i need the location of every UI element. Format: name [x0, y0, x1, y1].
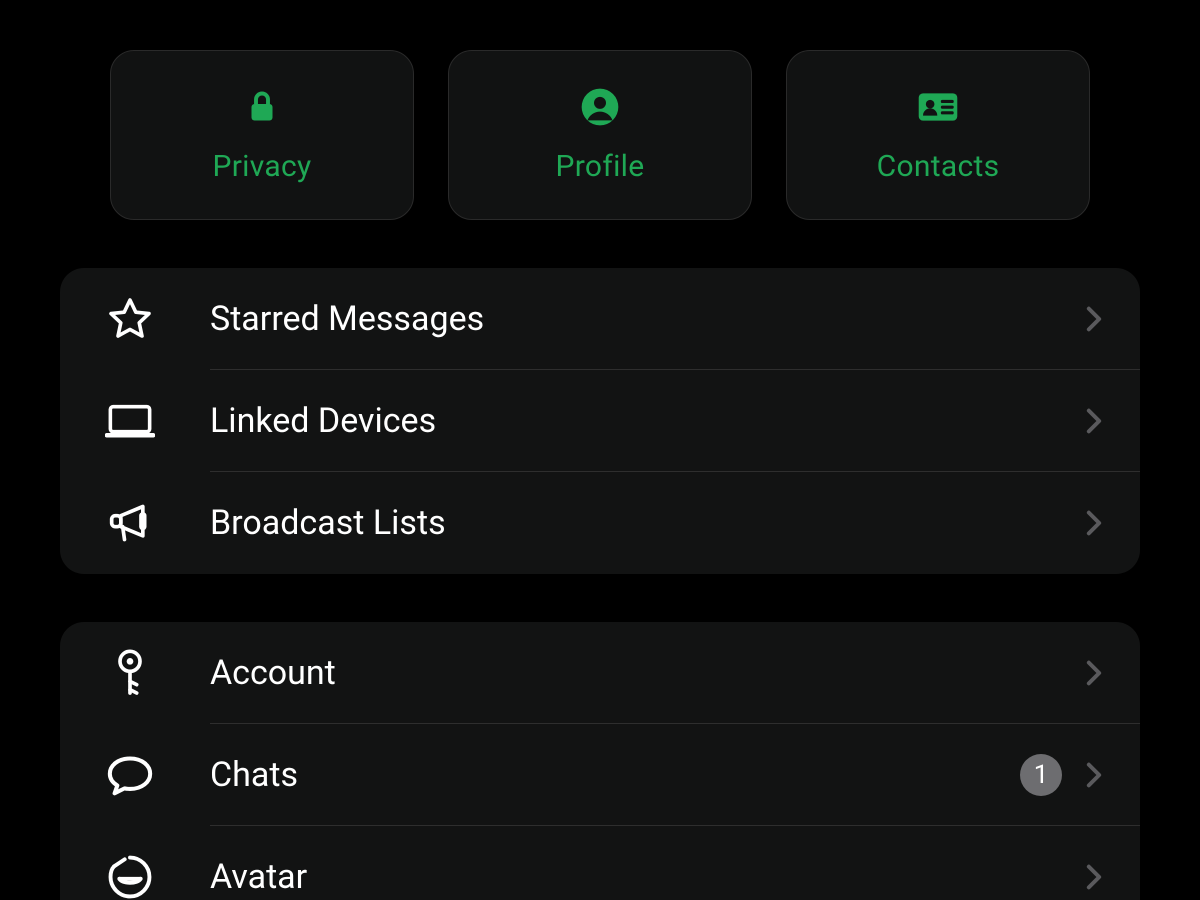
top-card-label: Profile [556, 149, 645, 184]
top-card-contacts[interactable]: Contacts [786, 50, 1090, 220]
row-account[interactable]: Account [104, 622, 1140, 724]
settings-group-1: Starred Messages Linked Devices [60, 268, 1140, 574]
row-label: Starred Messages [210, 299, 484, 339]
lock-icon [242, 87, 282, 127]
row-label: Linked Devices [210, 401, 436, 441]
chevron-right-icon [1084, 407, 1104, 435]
star-icon [104, 293, 156, 345]
badge-count: 1 [1020, 754, 1062, 796]
top-card-profile[interactable]: Profile [448, 50, 752, 220]
row-linked-devices[interactable]: Linked Devices [104, 370, 1140, 472]
key-icon [104, 647, 156, 699]
row-chats[interactable]: Chats 1 [104, 724, 1140, 826]
row-broadcast-lists[interactable]: Broadcast Lists [104, 472, 1140, 574]
chevron-right-icon [1084, 305, 1104, 333]
row-label: Chats [210, 755, 298, 795]
row-label: Account [210, 653, 336, 693]
avatar-face-icon [104, 851, 156, 900]
chevron-right-icon [1084, 761, 1104, 789]
chevron-right-icon [1084, 659, 1104, 687]
row-avatar[interactable]: Avatar [104, 826, 1140, 900]
user-circle-icon [580, 87, 620, 127]
chevron-right-icon [1084, 509, 1104, 537]
row-starred-messages[interactable]: Starred Messages [104, 268, 1140, 370]
laptop-icon [104, 395, 156, 447]
id-card-icon [918, 87, 958, 127]
top-card-label: Contacts [877, 149, 1000, 184]
settings-group-2: Account Chats 1 [60, 622, 1140, 900]
top-card-label: Privacy [212, 149, 311, 184]
row-label: Avatar [210, 857, 307, 897]
chat-bubble-icon [104, 749, 156, 801]
row-label: Broadcast Lists [210, 503, 446, 543]
top-card-privacy[interactable]: Privacy [110, 50, 414, 220]
megaphone-icon [104, 497, 156, 549]
top-cards-row: Privacy Profile [60, 50, 1140, 220]
chevron-right-icon [1084, 863, 1104, 891]
